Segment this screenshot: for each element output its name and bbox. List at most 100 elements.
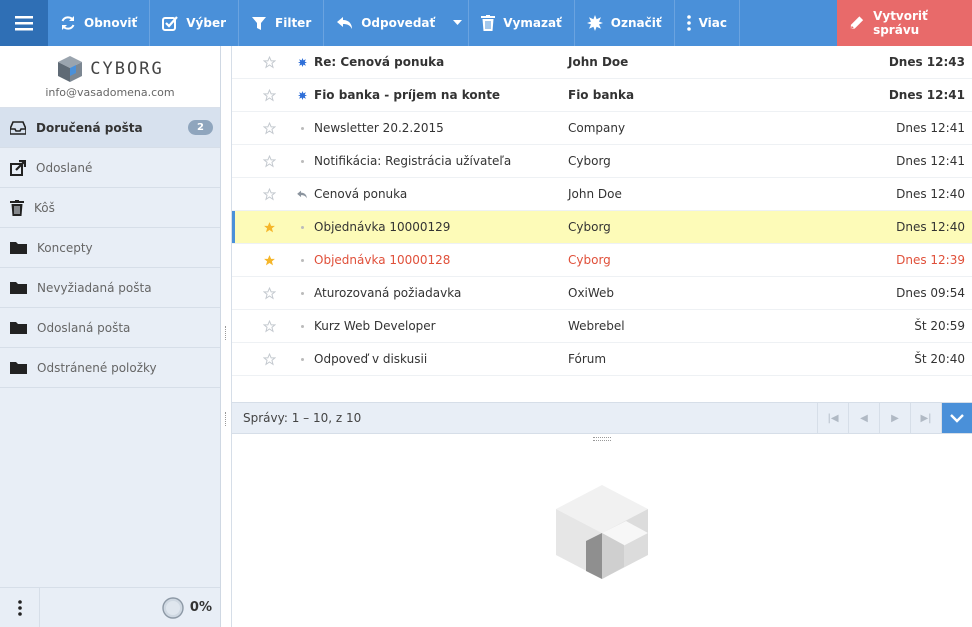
logo-text: CYBORG <box>90 58 164 79</box>
message-row[interactable]: Cenová ponuka John Doe Dnes 12:40 <box>232 178 972 211</box>
message-subject: Cenová ponuka <box>314 187 408 201</box>
folder-label: Koncepty <box>37 240 93 255</box>
folder-sent-mail[interactable]: Odoslaná pošta <box>0 308 220 348</box>
inbox-icon <box>10 120 26 135</box>
first-page-button[interactable]: |◀ <box>817 403 848 433</box>
message-subject: Newsletter 20.2.2015 <box>314 121 444 135</box>
message-date: Št 20:59 <box>914 319 965 333</box>
caret-down-icon <box>453 20 463 25</box>
account-email: info@vasadomena.com <box>45 85 175 99</box>
folder-label: Nevyžiadaná pošta <box>37 280 152 295</box>
star-filled-icon[interactable] <box>263 254 276 267</box>
read-icon <box>300 258 304 262</box>
toggle-preview-button[interactable] <box>941 403 972 433</box>
sidebar-resize-handle[interactable] <box>221 46 232 627</box>
hamburger-icon <box>15 16 33 31</box>
reply-options-button[interactable] <box>447 0 470 46</box>
folder-label: Odstránené položky <box>37 360 157 375</box>
folder-icon <box>10 242 27 254</box>
prev-page-button[interactable]: ◀ <box>848 403 879 433</box>
checkbox-icon <box>162 16 179 31</box>
delete-label: Vymazať <box>503 16 562 30</box>
message-row[interactable]: Objednávka 10000128 Cyborg Dnes 12:39 <box>232 244 972 277</box>
message-date: Št 20:40 <box>914 352 965 366</box>
reply-icon <box>337 17 353 29</box>
star-empty-icon[interactable] <box>262 286 276 300</box>
toolbar: Obnoviť Výber Filter Odpovedať Vymazať O… <box>0 0 972 46</box>
message-row[interactable]: Newsletter 20.2.2015 Company Dnes 12:41 <box>232 112 972 145</box>
star-filled-icon[interactable] <box>263 221 276 234</box>
refresh-button[interactable]: Obnoviť <box>48 0 151 46</box>
message-row[interactable]: Odpoveď v diskusii Fórum Št 20:40 <box>232 343 972 376</box>
last-page-button[interactable]: ▶| <box>910 403 941 433</box>
sidebar-footer: 0% <box>0 587 220 627</box>
message-row[interactable]: Objednávka 10000129 Cyborg Dnes 12:40 <box>232 211 972 244</box>
quota-value: 0% <box>189 600 212 615</box>
folder-junk[interactable]: Nevyžiadaná pošta <box>0 268 220 308</box>
filter-button[interactable]: Filter <box>239 0 325 46</box>
quota-pie-icon <box>162 596 184 619</box>
more-button[interactable]: Viac <box>675 0 740 46</box>
reply-button[interactable]: Odpovedať <box>324 0 447 46</box>
message-date: Dnes 12:39 <box>896 253 965 267</box>
star-empty-icon[interactable] <box>262 319 276 333</box>
message-from: OxiWeb <box>568 286 615 300</box>
next-page-button[interactable]: ▶ <box>879 403 910 433</box>
star-empty-icon[interactable] <box>262 154 276 168</box>
message-from: Fio banka <box>568 88 635 102</box>
chevron-down-icon <box>950 413 964 423</box>
star-empty-icon[interactable] <box>262 55 276 69</box>
cyborg-watermark-icon <box>556 484 648 579</box>
last-page-icon: ▶| <box>920 412 932 424</box>
menu-button[interactable] <box>0 0 48 46</box>
folder-label: Odoslané <box>36 160 93 175</box>
folder-sent[interactable]: Odoslané <box>0 148 220 188</box>
message-date: Dnes 09:54 <box>896 286 965 300</box>
pencil-icon <box>850 16 864 29</box>
message-subject: Aturozovaná požiadavka <box>314 286 462 300</box>
pagination-bar: Správy: 1 – 10, z 10 |◀ ◀ ▶ ▶| <box>232 402 972 434</box>
message-count: Správy: 1 – 10, z 10 <box>243 411 362 425</box>
folder-drafts[interactable]: Koncepty <box>0 228 220 268</box>
filter-icon <box>252 17 267 30</box>
select-label: Výber <box>186 16 227 30</box>
quota-indicator: 0% <box>162 596 212 619</box>
unread-icon[interactable] <box>297 57 307 67</box>
message-from: Cyborg <box>568 154 611 168</box>
message-list: Re: Cenová ponuka John Doe Dnes 12:43 Fi… <box>232 46 972 402</box>
star-empty-icon[interactable] <box>262 121 276 135</box>
read-icon <box>300 225 304 229</box>
message-row[interactable]: Kurz Web Developer Webrebel Št 20:59 <box>232 310 972 343</box>
more-label: Viac <box>698 16 727 30</box>
message-date: Dnes 12:40 <box>896 220 965 234</box>
preview-resize-handle[interactable] <box>593 437 611 441</box>
message-row[interactable]: Fio banka - príjem na konte Fio banka Dn… <box>232 79 972 112</box>
star-burst-icon <box>586 15 603 31</box>
more-vertical-icon <box>17 599 22 616</box>
sidebar: CYBORG info@vasadomena.com Doručená pošt… <box>0 46 221 627</box>
folder-inbox[interactable]: Doručená pošta 2 <box>0 108 220 148</box>
compose-button[interactable]: Vytvoriť správu <box>837 0 972 46</box>
folder-deleted-items[interactable]: Odstránené položky <box>0 348 220 388</box>
star-empty-icon[interactable] <box>262 352 276 366</box>
star-empty-icon[interactable] <box>262 88 276 102</box>
message-from: Webrebel <box>568 319 625 333</box>
folder-options-button[interactable] <box>0 587 40 627</box>
folder-trash[interactable]: Kôš <box>0 188 220 228</box>
logo: CYBORG <box>56 55 163 83</box>
message-subject: Odpoveď v diskusii <box>314 352 428 366</box>
select-button[interactable]: Výber <box>150 0 240 46</box>
message-row[interactable]: Notifikácia: Registrácia užívateľa Cybor… <box>232 145 972 178</box>
filter-label: Filter <box>275 16 312 30</box>
message-row[interactable]: Re: Cenová ponuka John Doe Dnes 12:43 <box>232 46 972 79</box>
preview-pane <box>232 434 972 627</box>
message-row[interactable]: Aturozovaná požiadavka OxiWeb Dnes 09:54 <box>232 277 972 310</box>
refresh-icon <box>61 16 75 30</box>
star-empty-icon[interactable] <box>262 187 276 201</box>
sent-icon <box>10 159 26 176</box>
unread-icon[interactable] <box>297 90 307 100</box>
compose-label: Vytvoriť správu <box>873 9 928 37</box>
message-date: Dnes 12:41 <box>896 121 965 135</box>
delete-button[interactable]: Vymazať <box>469 0 575 46</box>
mark-button[interactable]: Označiť <box>575 0 675 46</box>
